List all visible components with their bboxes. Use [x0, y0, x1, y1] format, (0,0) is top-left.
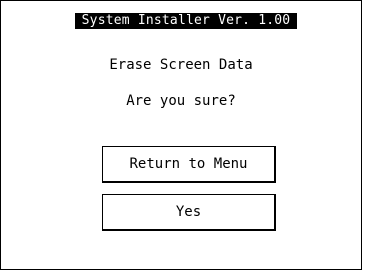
confirm-prompt: Are you sure? — [126, 93, 236, 109]
action-label: Erase Screen Data — [109, 57, 253, 73]
title-bar: System Installer Ver. 1.00 — [75, 13, 297, 29]
yes-button[interactable]: Yes — [102, 194, 276, 231]
return-to-menu-button[interactable]: Return to Menu — [102, 146, 276, 183]
screen-frame: System Installer Ver. 1.00 Erase Screen … — [0, 0, 362, 270]
